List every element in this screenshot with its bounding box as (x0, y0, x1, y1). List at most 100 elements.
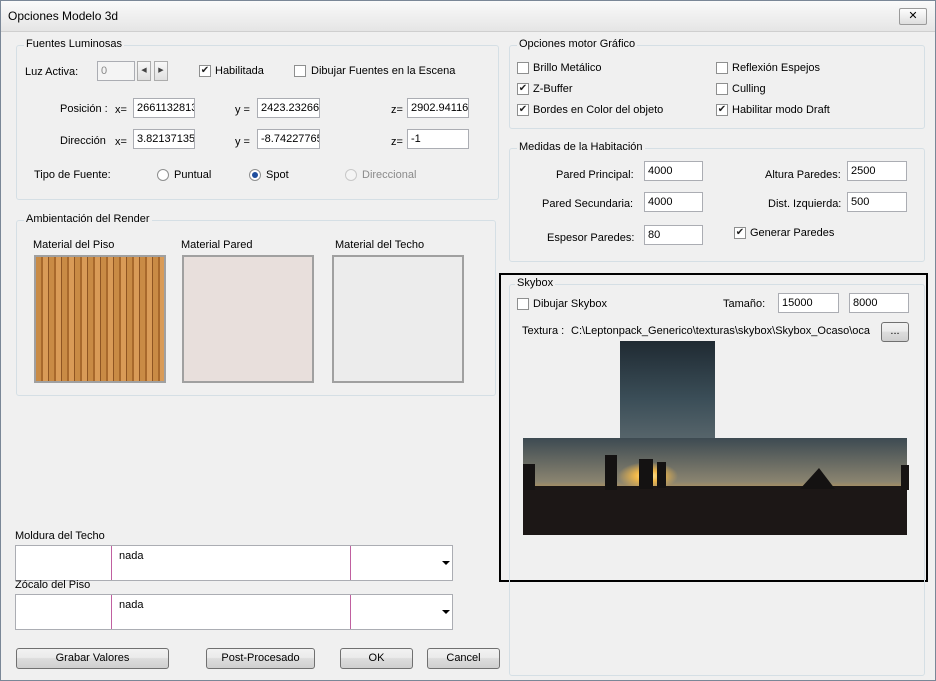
chevron-down-icon[interactable] (442, 610, 450, 614)
brillo-metalico-checkbox[interactable] (517, 62, 529, 74)
espesor-paredes-field[interactable]: 80 (644, 225, 703, 245)
pared-secundaria-label: Pared Secundaria: (542, 198, 634, 210)
ok-button[interactable]: OK (340, 648, 413, 669)
close-button[interactable]: ✕ (899, 8, 927, 25)
pos-z-label: z= (391, 104, 403, 116)
material-pared-swatch[interactable] (182, 255, 314, 383)
material-pared-label: Material Pared (181, 239, 253, 251)
culling-label: Culling (732, 83, 766, 95)
pos-z-field[interactable]: 2902.94116 (407, 98, 469, 118)
chevron-down-icon[interactable] (442, 561, 450, 565)
puntual-label: Puntual (174, 169, 212, 181)
dibujar-fuentes-checkbox[interactable] (294, 65, 306, 77)
title-bar: Opciones Modelo 3d ✕ (1, 1, 935, 32)
pos-y-label: y = (235, 104, 250, 116)
culling-checkbox[interactable] (716, 83, 728, 95)
column-separator (111, 546, 112, 580)
options-dialog: Opciones Modelo 3d ✕ Fuentes Luminosas L… (0, 0, 936, 681)
medidas-label: Medidas de la Habitación (517, 141, 645, 153)
pared-secundaria-field[interactable]: 4000 (644, 192, 703, 212)
dir-z-label: z= (391, 136, 403, 148)
grabar-valores-button[interactable]: Grabar Valores (16, 648, 169, 669)
moldura-select[interactable]: nada (15, 545, 453, 581)
ambientacion-group: Ambientación del Render Material del Pis… (16, 213, 496, 396)
pos-x-label: x= (115, 104, 127, 116)
cancel-button[interactable]: Cancel (427, 648, 500, 669)
spin-left-button[interactable]: ◀ (137, 61, 151, 81)
dir-y-field[interactable]: -8.74227765 (257, 129, 320, 149)
material-techo-label: Material del Techo (335, 239, 425, 251)
pared-principal-field[interactable]: 4000 (644, 161, 703, 181)
bordes-color-checkbox[interactable]: ✔ (517, 104, 529, 116)
reflexion-espejos-label: Reflexión Espejos (732, 62, 821, 74)
tamano-2-field[interactable]: 8000 (849, 293, 909, 313)
fuentes-luminosas-label: Fuentes Luminosas (24, 38, 124, 50)
motor-grafico-label: Opciones motor Gráfico (517, 38, 638, 50)
column-separator (350, 595, 351, 629)
altura-paredes-field[interactable]: 2500 (847, 161, 907, 181)
pos-x-field[interactable]: 2661132813 (133, 98, 195, 118)
tamano-label: Tamaño: (723, 298, 766, 310)
luz-activa-label: Luz Activa: (25, 66, 79, 78)
tipo-fuente-label: Tipo de Fuente: (34, 169, 111, 181)
material-piso-swatch[interactable] (34, 255, 166, 383)
modo-draft-label: Habilitar modo Draft (732, 104, 830, 116)
generar-paredes-checkbox[interactable]: ✔ (734, 227, 746, 239)
fuentes-luminosas-group: Fuentes Luminosas Luz Activa: 0 ◀ ▶ ✔ Ha… (16, 38, 499, 200)
habilitada-label: Habilitada (215, 65, 264, 77)
zocalo-label: Zócalo del Piso (15, 579, 91, 591)
dir-z-field[interactable]: -1 (407, 129, 469, 149)
window-title: Opciones Modelo 3d (8, 9, 119, 23)
textura-path: C:\Leptonpack_Generico\texturas\skybox\S… (571, 325, 870, 337)
spot-label: Spot (266, 169, 289, 181)
dir-y-label: y = (235, 136, 250, 148)
material-piso-label: Material del Piso (33, 239, 115, 251)
column-separator (111, 595, 112, 629)
z-buffer-checkbox[interactable]: ✔ (517, 83, 529, 95)
skybox-top-face (620, 341, 715, 438)
dist-izquierda-label: Dist. Izquierda: (768, 198, 842, 210)
motor-grafico-group: Opciones motor Gráfico Brillo Metálico ✔… (509, 38, 925, 129)
spin-right-button[interactable]: ▶ (154, 61, 168, 81)
textura-label: Textura : (522, 325, 565, 337)
dir-x-field[interactable]: 3.82137135 (133, 129, 195, 149)
monolith (605, 455, 617, 490)
luz-activa-field[interactable]: 0 (97, 61, 135, 81)
post-procesado-button[interactable]: Post-Procesado (206, 648, 315, 669)
bordes-color-label: Bordes en Color del objeto (533, 104, 664, 116)
zocalo-select[interactable]: nada (15, 594, 453, 630)
posicion-label: Posición : (60, 103, 108, 115)
dist-izquierda-field[interactable]: 500 (847, 192, 907, 212)
z-buffer-label: Z-Buffer (533, 83, 573, 95)
moldura-label: Moldura del Techo (15, 530, 105, 542)
direccion-label: Dirección (60, 135, 106, 147)
browse-button[interactable]: ... (881, 322, 909, 342)
reflexion-espejos-checkbox[interactable] (716, 62, 728, 74)
dir-x-label: x= (115, 136, 127, 148)
altura-paredes-label: Altura Paredes: (765, 169, 841, 181)
monolith (639, 459, 653, 489)
skybox-group: Skybox Dibujar Skybox Tamaño: 15000 8000… (509, 277, 925, 676)
generar-paredes-label: Generar Paredes (750, 227, 835, 239)
modo-draft-checkbox[interactable]: ✔ (716, 104, 728, 116)
material-techo-swatch[interactable] (332, 255, 464, 383)
dibujar-skybox-checkbox[interactable] (517, 298, 529, 310)
moldura-value: nada (119, 550, 144, 562)
skybox-preview (523, 341, 909, 535)
pos-y-field[interactable]: 2423.23266 (257, 98, 320, 118)
espesor-paredes-label: Espesor Paredes: (547, 232, 635, 244)
pared-principal-label: Pared Principal: (556, 169, 634, 181)
puntual-radio[interactable] (157, 169, 169, 181)
monolith (657, 462, 666, 488)
spot-radio[interactable] (249, 169, 261, 181)
brillo-metalico-label: Brillo Metálico (533, 62, 602, 74)
ground (523, 486, 907, 535)
monolith (901, 465, 909, 490)
column-separator (350, 546, 351, 580)
dibujar-fuentes-label: Dibujar Fuentes en la Escena (311, 65, 456, 77)
habilitada-checkbox[interactable]: ✔ (199, 65, 211, 77)
direccional-radio[interactable] (345, 169, 357, 181)
tamano-1-field[interactable]: 15000 (778, 293, 839, 313)
monolith (523, 464, 535, 490)
ambientacion-label: Ambientación del Render (24, 213, 152, 225)
